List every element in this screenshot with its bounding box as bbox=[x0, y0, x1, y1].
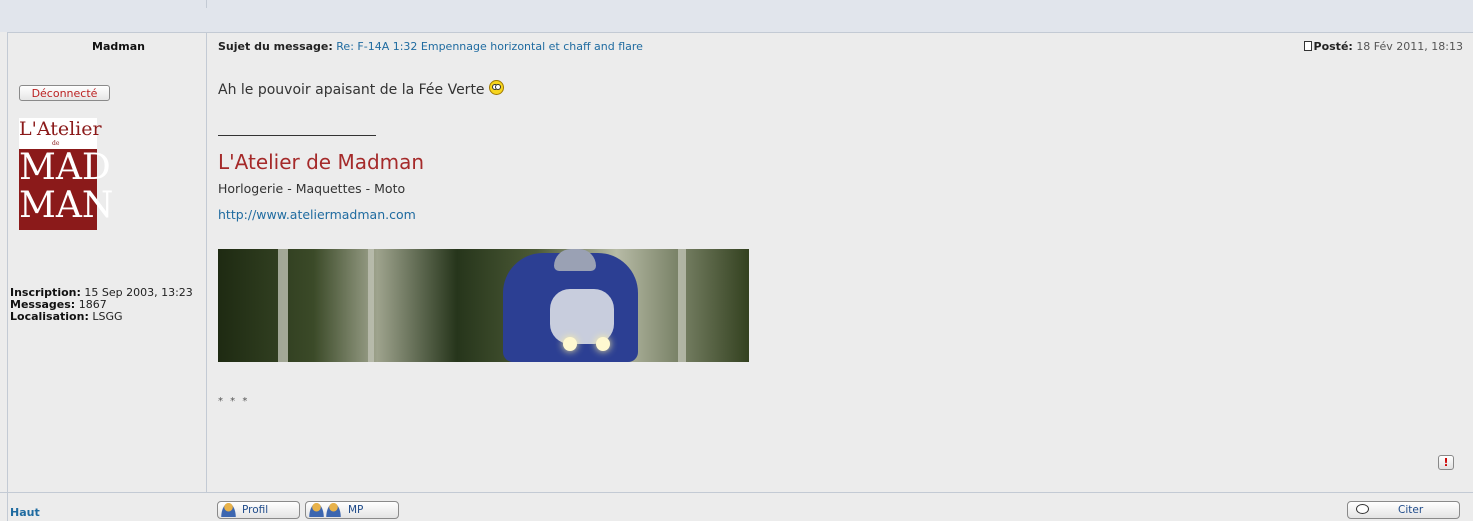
previous-post-bar bbox=[0, 0, 1473, 33]
post-subject: Sujet du message: Re: F-14A 1:32 Empenna… bbox=[218, 40, 643, 53]
signature-title: L'Atelier de Madman bbox=[218, 150, 425, 174]
user-icon bbox=[221, 503, 236, 517]
avatar: L'Atelier de MAD MAN bbox=[19, 118, 113, 230]
motorcycle-fairing bbox=[550, 289, 614, 344]
post-document-icon[interactable] bbox=[1303, 41, 1312, 51]
post-author-name[interactable]: Madman bbox=[92, 40, 145, 53]
author-profile-info: Inscription: 15 Sep 2003, 13:23 Messages… bbox=[10, 287, 200, 323]
avatar-text-line2: de bbox=[52, 140, 60, 147]
quote-button[interactable]: Citer bbox=[1347, 501, 1460, 519]
localisation-row: Localisation: LSGG bbox=[10, 311, 200, 323]
pm-button-label: MP bbox=[348, 504, 364, 516]
offline-status-badge: Déconnecté bbox=[19, 85, 110, 101]
signature-link[interactable]: http://www.ateliermadman.com bbox=[218, 207, 416, 222]
message-text: Ah le pouvoir apaisant de la Fée Verte bbox=[218, 82, 485, 98]
tree-trunk bbox=[278, 249, 288, 362]
signature-subtitle: Horlogerie - Maquettes - Moto bbox=[218, 181, 406, 196]
headlight bbox=[596, 337, 610, 351]
tree-trunk bbox=[678, 249, 686, 362]
user-icon bbox=[326, 503, 341, 517]
column-divider bbox=[206, 32, 207, 493]
left-frame-border bbox=[0, 32, 8, 521]
subject-link[interactable]: Re: F-14A 1:32 Empennage horizontal et c… bbox=[336, 40, 643, 53]
private-message-button[interactable]: MP bbox=[305, 501, 399, 519]
eyes-rolling-smiley-icon bbox=[489, 80, 504, 95]
localisation-label: Localisation: bbox=[10, 310, 89, 323]
signature-banner-image bbox=[218, 249, 749, 362]
profile-button[interactable]: Profil bbox=[217, 501, 300, 519]
back-to-top-link[interactable]: Haut bbox=[10, 506, 40, 519]
post-bottom-divider bbox=[0, 492, 1473, 493]
avatar-text-line1: L'Atelier bbox=[19, 118, 102, 140]
speech-bubble-icon bbox=[1356, 504, 1369, 514]
localisation-value: LSGG bbox=[92, 310, 123, 323]
post-date: Posté: 18 Fév 2011, 18:13 bbox=[1303, 40, 1463, 53]
quote-button-label: Citer bbox=[1398, 504, 1424, 516]
signature-footer: * * * bbox=[218, 396, 250, 407]
rider-helmet bbox=[554, 249, 596, 271]
posted-label: Posté: bbox=[1313, 40, 1353, 53]
report-exclamation-icon[interactable]: ! bbox=[1438, 455, 1454, 470]
post-message: Ah le pouvoir apaisant de la Fée Verte bbox=[218, 80, 504, 98]
avatar-text-line3: MAD MAN bbox=[19, 149, 113, 230]
posted-value: 18 Fév 2011, 18:13 bbox=[1356, 40, 1463, 53]
headlight bbox=[563, 337, 577, 351]
user-icon bbox=[309, 503, 324, 517]
column-divider-tick bbox=[206, 0, 207, 8]
subject-label: Sujet du message: bbox=[218, 40, 333, 53]
signature-separator bbox=[218, 135, 376, 136]
tree-trunk bbox=[368, 249, 374, 362]
profile-button-label: Profil bbox=[242, 504, 269, 516]
